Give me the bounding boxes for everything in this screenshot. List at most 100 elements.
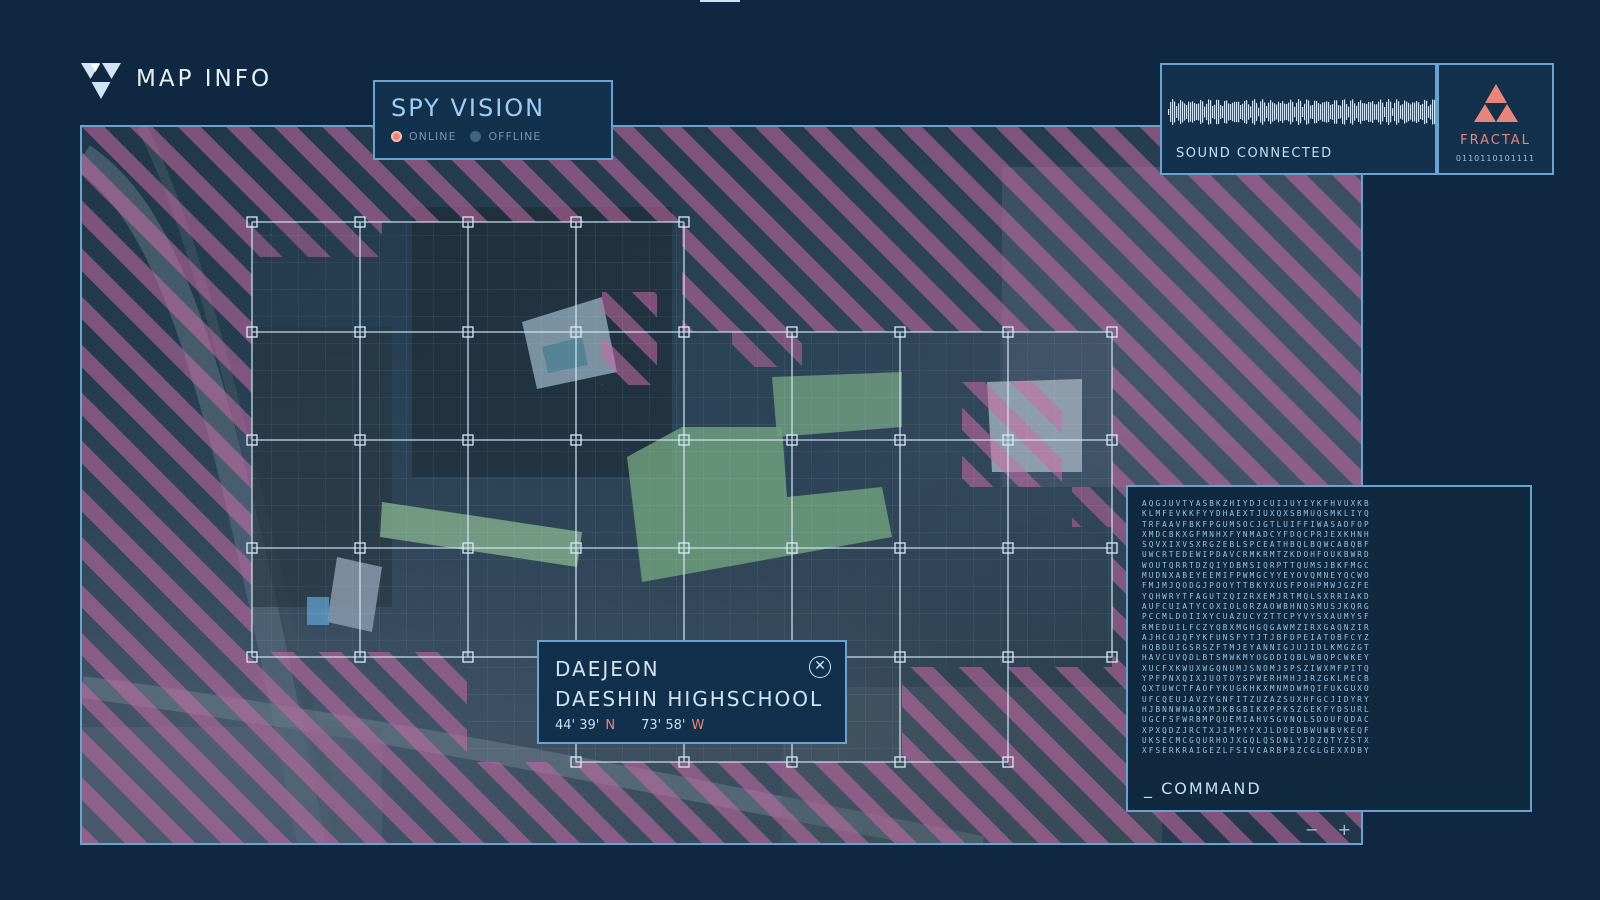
waveform-bar [1174, 101, 1176, 123]
waveform-bar [1382, 102, 1384, 122]
sound-status-label: SOUND CONNECTED [1176, 146, 1333, 161]
command-line: XFSERKRAIGEZLFSIVCARBPBZCGLGEXXDBY [1142, 746, 1371, 756]
waveform-bar [1190, 102, 1192, 122]
waveform-bar [1302, 107, 1304, 117]
waveform-bar [1360, 100, 1362, 124]
waveform-bar [1282, 101, 1284, 123]
waveform-bar [1406, 101, 1408, 123]
command-line: YQHWRYTFAGUTZQIZRXEMJRTMQLSXRRIAKD [1142, 591, 1371, 601]
waveform-bar [1198, 103, 1200, 121]
waveform-bar [1212, 105, 1214, 119]
waveform-bar [1274, 103, 1276, 121]
waveform-bar [1292, 101, 1294, 123]
waveform-bar [1412, 102, 1414, 122]
waveform-bar [1278, 101, 1280, 123]
waveform-bar [1342, 100, 1344, 124]
waveform-bar [1422, 103, 1424, 121]
app-stage: MAP INFO − + SPY VISION ONLINE OFFLINE S… [0, 0, 1600, 900]
command-line: RMEDUILFCZYQBXMGHGQGAWMZIRXGAQNZIR [1142, 622, 1371, 632]
waveform-bar [1334, 100, 1336, 124]
command-line: PCCMLDOIIXYCUAZUCYZTTCPYVYSXAUMYSF [1142, 612, 1371, 622]
command-prompt[interactable]: _ COMMAND [1144, 779, 1262, 798]
waveform-bar [1432, 99, 1434, 125]
waveform-bar [1398, 101, 1400, 123]
command-line: UGCFSFWRBMPQUEMIAHVSGVNQLSDOUFQDAC [1142, 715, 1371, 725]
longitude-value: 73' 58' [641, 718, 686, 733]
location-place: DAESHIN HIGHSCHOOL [555, 687, 824, 711]
status-row: ONLINE OFFLINE [391, 130, 595, 143]
spy-vision-title: SPY VISION [391, 94, 546, 122]
waveform-bar [1214, 104, 1216, 120]
status-online[interactable]: ONLINE [391, 130, 456, 143]
command-line: FMJMJQODGJPOOYTTBKYXUSFPOHPMWJGZFE [1142, 581, 1371, 591]
waveform-bar [1178, 103, 1180, 121]
waveform-bar [1298, 99, 1300, 125]
waveform-bar [1288, 102, 1290, 122]
waveform-bar [1192, 101, 1194, 123]
waveform-bar [1184, 103, 1186, 121]
fractal-title: FRACTAL [1460, 133, 1531, 148]
waveform-bar [1286, 104, 1288, 120]
waveform-bar [1216, 99, 1218, 125]
waveform-bar [1326, 101, 1328, 123]
zoom-in-button[interactable]: + [1338, 820, 1351, 839]
location-card: DAEJEON DAESHIN HIGHSCHOOL 44' 39' N 73' … [537, 640, 847, 744]
waveform-bar [1378, 101, 1380, 123]
waveform-bar [1410, 104, 1412, 120]
waveform-bar [1168, 109, 1170, 115]
waveform-bar [1236, 101, 1238, 123]
waveform-bar [1328, 101, 1330, 123]
waveform-bar [1182, 101, 1184, 123]
command-line: UKSECMCGQURHOJXGQLQSDNLYJDZQTYZSTX [1142, 735, 1371, 745]
latitude: 44' 39' N [555, 718, 615, 733]
waveform-bar [1408, 102, 1410, 122]
waveform-bar [1340, 105, 1342, 119]
waveform-bar [1386, 101, 1388, 123]
waveform-bar [1418, 102, 1420, 122]
waveform-bar [1416, 100, 1418, 124]
waveform-bar [1346, 104, 1348, 120]
zoom-out-button[interactable]: − [1305, 820, 1318, 839]
waveform-bar [1258, 107, 1260, 117]
waveform-bar [1268, 102, 1270, 122]
waveform-bar [1430, 104, 1432, 120]
waveform-bar [1208, 99, 1210, 125]
waveform-bar [1290, 99, 1292, 125]
waveform-bar [1380, 99, 1382, 125]
command-line: YPFPNXQIXJUOTOYSPWERHMHJJRZGKLMECB [1142, 674, 1371, 684]
close-circle-icon[interactable]: ✕ [809, 656, 831, 678]
waveform-bar [1420, 104, 1422, 120]
status-offline[interactable]: OFFLINE [470, 130, 541, 143]
waveform-bar [1396, 99, 1398, 125]
waveform-bar [1358, 102, 1360, 122]
waveform-bar [1272, 102, 1274, 122]
command-panel[interactable]: AQGJUVTYASBKZHIYDJCUIJUYIYKFHVUXKB KLMFEV… [1126, 485, 1532, 812]
waveform-bar [1318, 103, 1320, 121]
command-line: XPXQDZJRCTXJIMPYYXJLDOEDBWUWBVKEQF [1142, 725, 1371, 735]
offline-indicator-icon [470, 131, 482, 142]
page-title: MAP INFO [136, 66, 273, 92]
command-line: UFCQEUJAVZYGNFITZUZAZSUXHFGCJIDYRY [1142, 694, 1371, 704]
waveform-bar [1394, 102, 1396, 122]
longitude: 73' 58' W [641, 718, 704, 733]
waveform-bar [1324, 102, 1326, 122]
command-line: XMDCBKXGFMNHXFYNMADCYFDQCPRJEXKHNH [1142, 529, 1371, 539]
location-coordinates: 44' 39' N 73' 58' W [555, 718, 829, 733]
waveform-bar [1366, 103, 1368, 121]
waveform-bar [1310, 105, 1312, 119]
waveform-bar [1370, 102, 1372, 122]
waveform-bar [1264, 102, 1266, 122]
status-online-label: ONLINE [409, 130, 457, 143]
waveform-bar [1222, 106, 1224, 118]
waveform-bar [1230, 104, 1232, 120]
waveform-bar [1256, 103, 1258, 121]
waveform-bar [1196, 103, 1198, 121]
waveform-bar [1232, 102, 1234, 122]
fractal-panel[interactable]: FRACTAL 0110110101111 [1437, 63, 1554, 175]
waveform-bar [1308, 100, 1310, 124]
status-offline-label: OFFLINE [488, 130, 542, 143]
waveform-bar [1350, 100, 1352, 124]
command-line: AQGJUVTYASBKZHIYDJCUIJUYIYKFHVUXKB [1142, 499, 1371, 508]
spy-vision-panel: SPY VISION ONLINE OFFLINE [373, 80, 613, 160]
waveform-bar [1260, 101, 1262, 123]
